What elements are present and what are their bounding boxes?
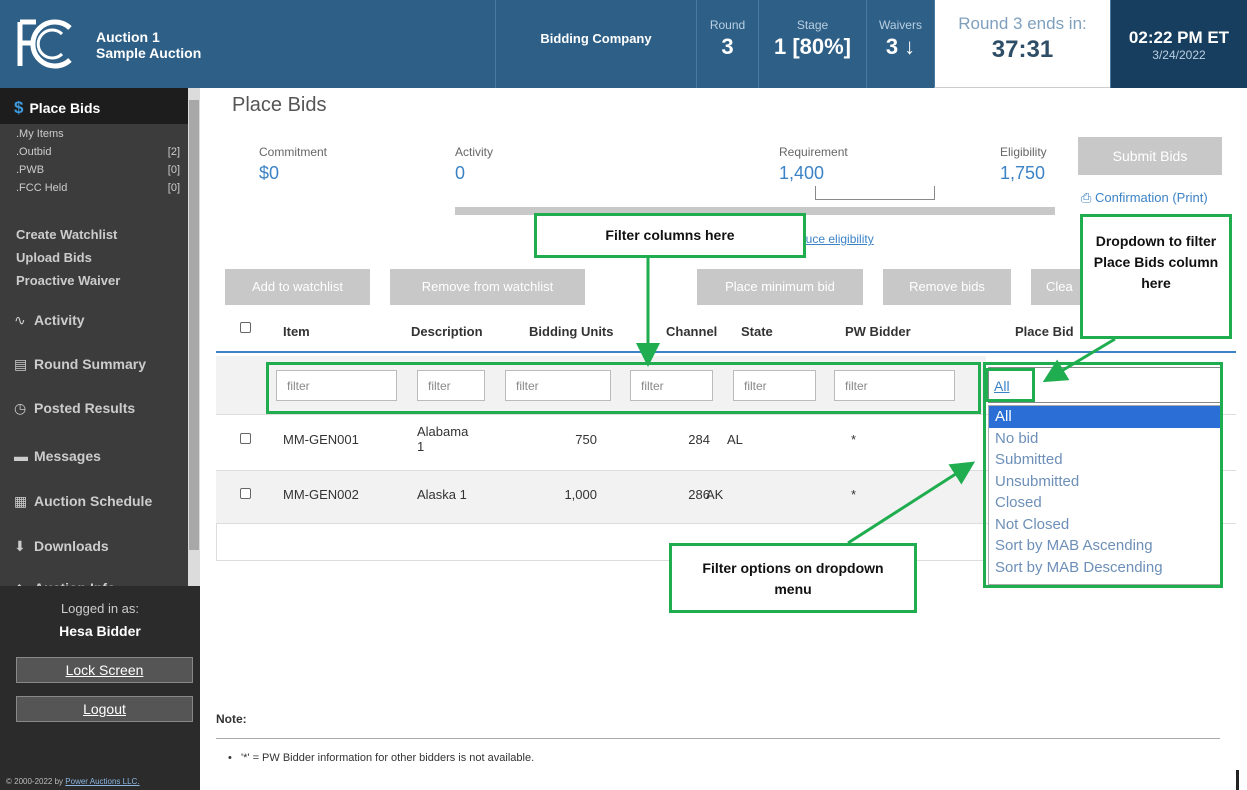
arrow-filter-options bbox=[847, 461, 976, 545]
arrow-dropdown bbox=[1042, 337, 1116, 383]
app-root: Auction 1 Sample Auction Bidding Company… bbox=[0, 0, 1247, 790]
annotation-arrows bbox=[636, 258, 1116, 545]
